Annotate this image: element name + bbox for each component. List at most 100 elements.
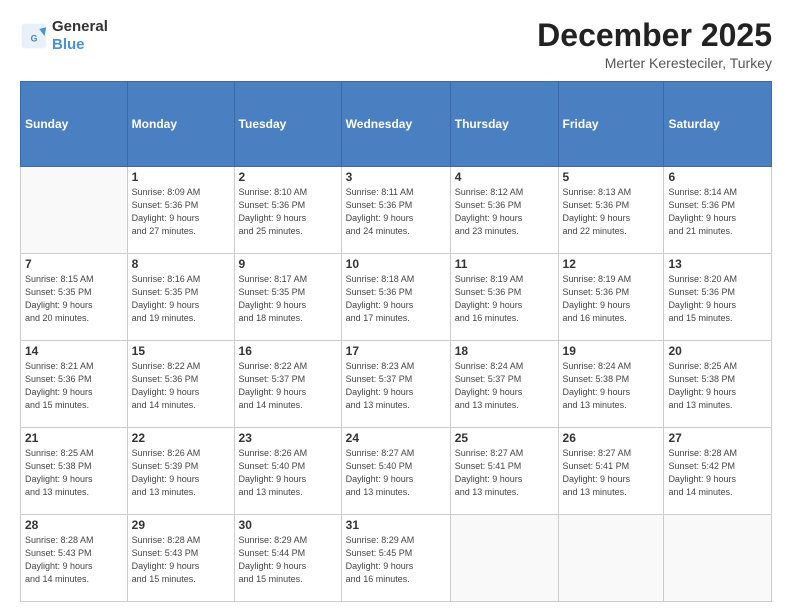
table-row: 3 Sunrise: 8:11 AM Sunset: 5:36 PM Daylig… [341, 167, 450, 254]
table-row: 11 Sunrise: 8:19 AM Sunset: 5:36 PM Dayli… [450, 254, 558, 341]
table-row: 17 Sunrise: 8:23 AM Sunset: 5:37 PM Dayli… [341, 341, 450, 428]
table-row: 2 Sunrise: 8:10 AM Sunset: 5:36 PM Daylig… [234, 167, 341, 254]
day-info: Sunrise: 8:29 AM Sunset: 5:44 PM Dayligh… [239, 534, 337, 586]
month-title: December 2025 [537, 18, 772, 53]
day-number: 2 [239, 170, 337, 184]
table-row: 27 Sunrise: 8:28 AM Sunset: 5:42 PM Dayli… [664, 428, 772, 515]
page: G General Blue December 2025 Merter Kere… [0, 0, 792, 612]
day-info: Sunrise: 8:23 AM Sunset: 5:37 PM Dayligh… [346, 360, 446, 412]
day-number: 6 [668, 170, 767, 184]
day-info: Sunrise: 8:17 AM Sunset: 5:35 PM Dayligh… [239, 273, 337, 325]
day-info: Sunrise: 8:19 AM Sunset: 5:36 PM Dayligh… [563, 273, 660, 325]
day-info: Sunrise: 8:21 AM Sunset: 5:36 PM Dayligh… [25, 360, 123, 412]
table-row: 7 Sunrise: 8:15 AM Sunset: 5:35 PM Daylig… [21, 254, 128, 341]
table-row: 26 Sunrise: 8:27 AM Sunset: 5:41 PM Dayli… [558, 428, 664, 515]
day-number: 31 [346, 518, 446, 532]
week-row-1: 7 Sunrise: 8:15 AM Sunset: 5:35 PM Daylig… [21, 254, 772, 341]
header-thursday: Thursday [450, 82, 558, 167]
day-info: Sunrise: 8:16 AM Sunset: 5:35 PM Dayligh… [132, 273, 230, 325]
calendar-table: Sunday Monday Tuesday Wednesday Thursday… [20, 81, 772, 602]
table-row: 28 Sunrise: 8:28 AM Sunset: 5:43 PM Dayli… [21, 515, 128, 602]
header-wednesday: Wednesday [341, 82, 450, 167]
day-number: 10 [346, 257, 446, 271]
day-info: Sunrise: 8:20 AM Sunset: 5:36 PM Dayligh… [668, 273, 767, 325]
svg-text:G: G [31, 33, 38, 43]
table-row: 1Sunrise: 8:09 AM Sunset: 5:36 PM Daylig… [127, 167, 234, 254]
logo-icon: G [20, 22, 48, 50]
table-row: 31 Sunrise: 8:29 AM Sunset: 5:45 PM Dayli… [341, 515, 450, 602]
day-number: 1 [132, 170, 230, 184]
week-row-3: 21 Sunrise: 8:25 AM Sunset: 5:38 PM Dayli… [21, 428, 772, 515]
day-number: 7 [25, 257, 123, 271]
day-number: 3 [346, 170, 446, 184]
table-row: 5Sunrise: 8:13 AM Sunset: 5:36 PM Daylig… [558, 167, 664, 254]
day-number: 18 [455, 344, 554, 358]
header-saturday: Saturday [664, 82, 772, 167]
day-number: 24 [346, 431, 446, 445]
table-row: 25Sunrise: 8:27 AM Sunset: 5:41 PM Dayli… [450, 428, 558, 515]
header-monday: Monday [127, 82, 234, 167]
day-info: Sunrise: 8:10 AM Sunset: 5:36 PM Dayligh… [239, 186, 337, 238]
day-number: 20 [668, 344, 767, 358]
table-row: 6 Sunrise: 8:14 AM Sunset: 5:36 PM Daylig… [664, 167, 772, 254]
day-number: 11 [455, 257, 554, 271]
day-number: 14 [25, 344, 123, 358]
table-row: 14 Sunrise: 8:21 AM Sunset: 5:36 PM Dayli… [21, 341, 128, 428]
week-row-0: 1Sunrise: 8:09 AM Sunset: 5:36 PM Daylig… [21, 167, 772, 254]
table-row: 15Sunrise: 8:22 AM Sunset: 5:36 PM Dayli… [127, 341, 234, 428]
day-info: Sunrise: 8:26 AM Sunset: 5:40 PM Dayligh… [239, 447, 337, 499]
table-row: 30 Sunrise: 8:29 AM Sunset: 5:44 PM Dayli… [234, 515, 341, 602]
table-row: 12 Sunrise: 8:19 AM Sunset: 5:36 PM Dayli… [558, 254, 664, 341]
day-info: Sunrise: 8:13 AM Sunset: 5:36 PM Dayligh… [563, 186, 660, 238]
table-row: 10 Sunrise: 8:18 AM Sunset: 5:36 PM Dayli… [341, 254, 450, 341]
logo-text: General Blue [52, 18, 108, 54]
day-info: Sunrise: 8:14 AM Sunset: 5:36 PM Dayligh… [668, 186, 767, 238]
day-number: 26 [563, 431, 660, 445]
day-info: Sunrise: 8:18 AM Sunset: 5:36 PM Dayligh… [346, 273, 446, 325]
table-row: 4Sunrise: 8:12 AM Sunset: 5:36 PM Daylig… [450, 167, 558, 254]
day-number: 13 [668, 257, 767, 271]
header-friday: Friday [558, 82, 664, 167]
top-section: G General Blue December 2025 Merter Kere… [20, 18, 772, 71]
table-row: 21 Sunrise: 8:25 AM Sunset: 5:38 PM Dayli… [21, 428, 128, 515]
day-info: Sunrise: 8:25 AM Sunset: 5:38 PM Dayligh… [25, 447, 123, 499]
day-number: 21 [25, 431, 123, 445]
day-number: 22 [132, 431, 230, 445]
header-sunday: Sunday [21, 82, 128, 167]
day-info: Sunrise: 8:19 AM Sunset: 5:36 PM Dayligh… [455, 273, 554, 325]
logo-line2: Blue [52, 36, 108, 54]
table-row: 16 Sunrise: 8:22 AM Sunset: 5:37 PM Dayli… [234, 341, 341, 428]
day-info: Sunrise: 8:12 AM Sunset: 5:36 PM Dayligh… [455, 186, 554, 238]
week-row-2: 14 Sunrise: 8:21 AM Sunset: 5:36 PM Dayli… [21, 341, 772, 428]
day-info: Sunrise: 8:15 AM Sunset: 5:35 PM Dayligh… [25, 273, 123, 325]
day-info: Sunrise: 8:25 AM Sunset: 5:38 PM Dayligh… [668, 360, 767, 412]
day-info: Sunrise: 8:24 AM Sunset: 5:38 PM Dayligh… [563, 360, 660, 412]
day-info: Sunrise: 8:28 AM Sunset: 5:42 PM Dayligh… [668, 447, 767, 499]
header-tuesday: Tuesday [234, 82, 341, 167]
day-info: Sunrise: 8:26 AM Sunset: 5:39 PM Dayligh… [132, 447, 230, 499]
day-number: 30 [239, 518, 337, 532]
logo: G General Blue [20, 18, 108, 54]
day-number: 28 [25, 518, 123, 532]
day-info: Sunrise: 8:28 AM Sunset: 5:43 PM Dayligh… [132, 534, 230, 586]
day-number: 17 [346, 344, 446, 358]
header-right: December 2025 Merter Keresteciler, Turke… [537, 18, 772, 71]
day-info: Sunrise: 8:11 AM Sunset: 5:36 PM Dayligh… [346, 186, 446, 238]
table-row: 29 Sunrise: 8:28 AM Sunset: 5:43 PM Dayli… [127, 515, 234, 602]
table-row [664, 515, 772, 602]
day-number: 29 [132, 518, 230, 532]
table-row: 20 Sunrise: 8:25 AM Sunset: 5:38 PM Dayli… [664, 341, 772, 428]
day-info: Sunrise: 8:29 AM Sunset: 5:45 PM Dayligh… [346, 534, 446, 586]
week-row-4: 28 Sunrise: 8:28 AM Sunset: 5:43 PM Dayli… [21, 515, 772, 602]
day-info: Sunrise: 8:28 AM Sunset: 5:43 PM Dayligh… [25, 534, 123, 586]
day-number: 27 [668, 431, 767, 445]
table-row [450, 515, 558, 602]
day-info: Sunrise: 8:22 AM Sunset: 5:36 PM Dayligh… [132, 360, 230, 412]
day-info: Sunrise: 8:27 AM Sunset: 5:40 PM Dayligh… [346, 447, 446, 499]
day-info: Sunrise: 8:22 AM Sunset: 5:37 PM Dayligh… [239, 360, 337, 412]
day-number: 12 [563, 257, 660, 271]
day-number: 16 [239, 344, 337, 358]
day-info: Sunrise: 8:27 AM Sunset: 5:41 PM Dayligh… [563, 447, 660, 499]
day-number: 8 [132, 257, 230, 271]
location-title: Merter Keresteciler, Turkey [537, 55, 772, 71]
